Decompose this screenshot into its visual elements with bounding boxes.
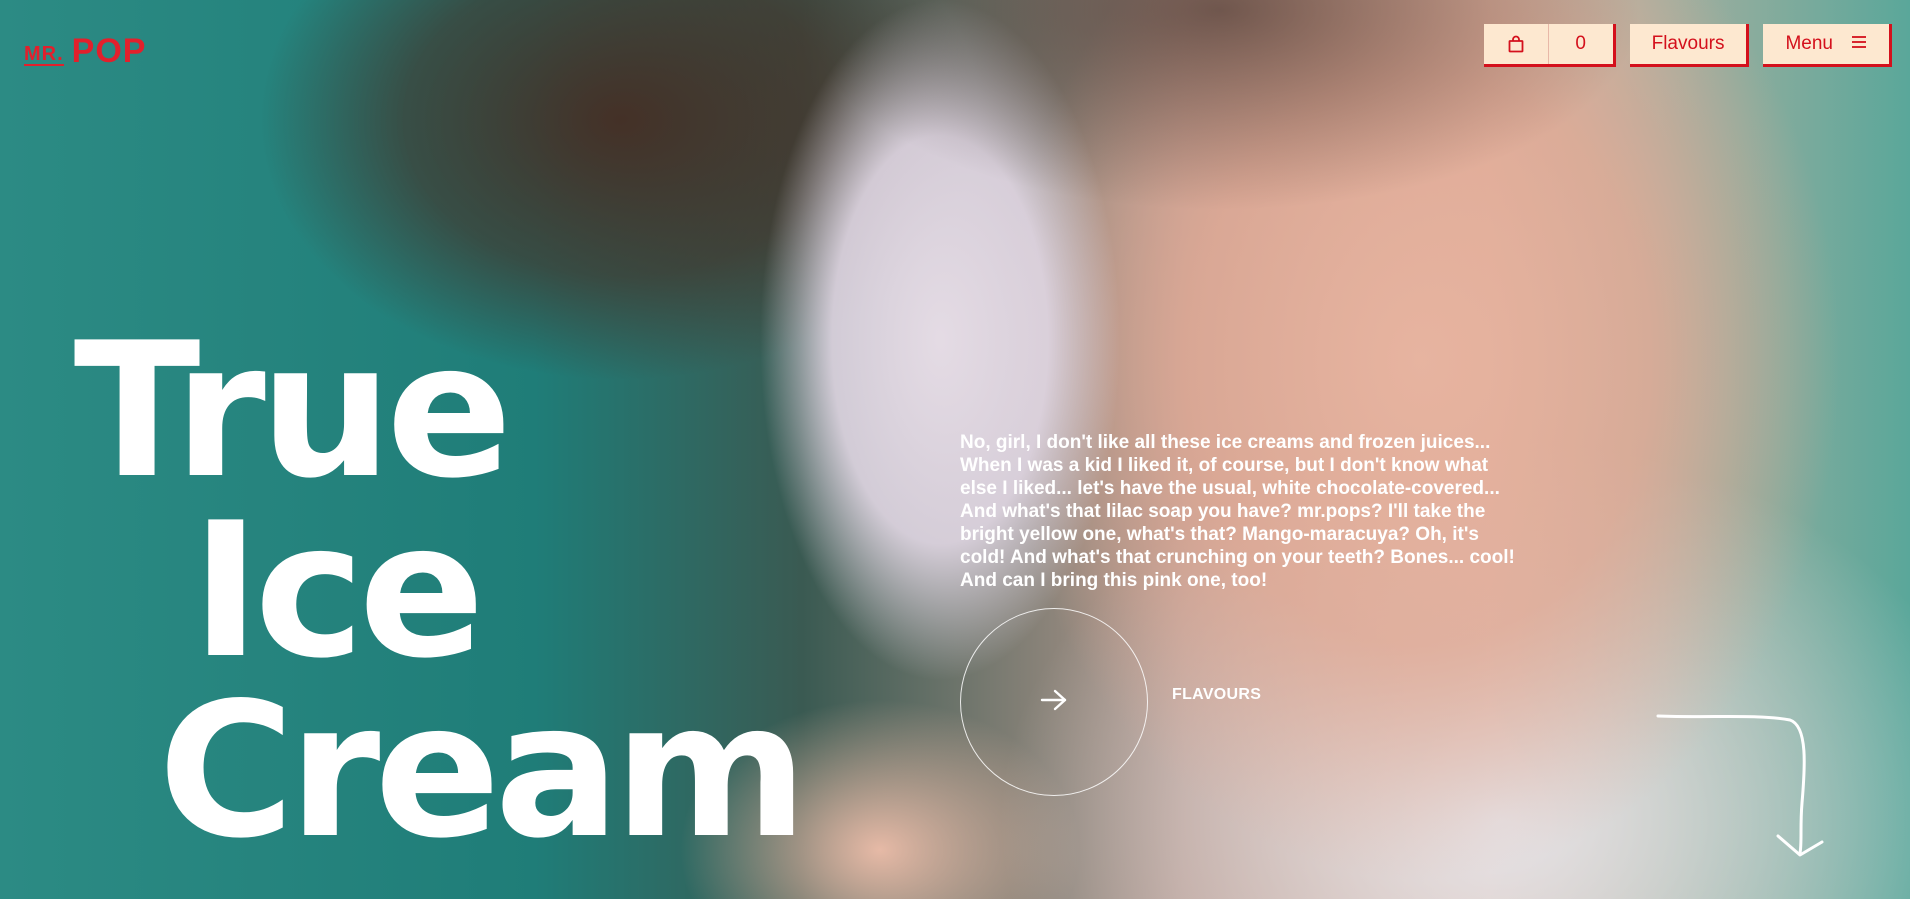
flavours-cta-label[interactable]: FLAVOURS: [1172, 686, 1261, 704]
hero-title-line-1: True: [73, 301, 513, 519]
flavours-button[interactable]: Flavours: [1629, 24, 1750, 67]
logo[interactable]: MR. POP: [24, 32, 147, 70]
menu-button-label: Menu: [1785, 33, 1833, 54]
menu-button[interactable]: Menu: [1763, 24, 1892, 67]
flavours-button-label: Flavours: [1651, 33, 1725, 54]
hero-title-line-2: Ice: [191, 481, 485, 699]
scroll-down-arrow-icon[interactable]: [1650, 708, 1830, 873]
flavours-circle-button[interactable]: [960, 608, 1148, 796]
hero-quote: No, girl, I don't like all these ice cre…: [960, 432, 1515, 591]
hamburger-icon: [1851, 33, 1867, 55]
cart-button[interactable]: 0: [1483, 24, 1616, 67]
shopping-bag-icon: [1484, 24, 1548, 64]
top-navigation: 0 Flavours Menu: [1483, 24, 1892, 67]
hero-title: True Ice Cream: [0, 301, 960, 879]
hero-title-line-3: Cream: [158, 661, 808, 879]
logo-mr: MR.: [24, 43, 64, 66]
arrow-right-icon: [1040, 689, 1068, 716]
cart-count: 0: [1547, 24, 1613, 64]
logo-pop: POP: [71, 32, 147, 70]
